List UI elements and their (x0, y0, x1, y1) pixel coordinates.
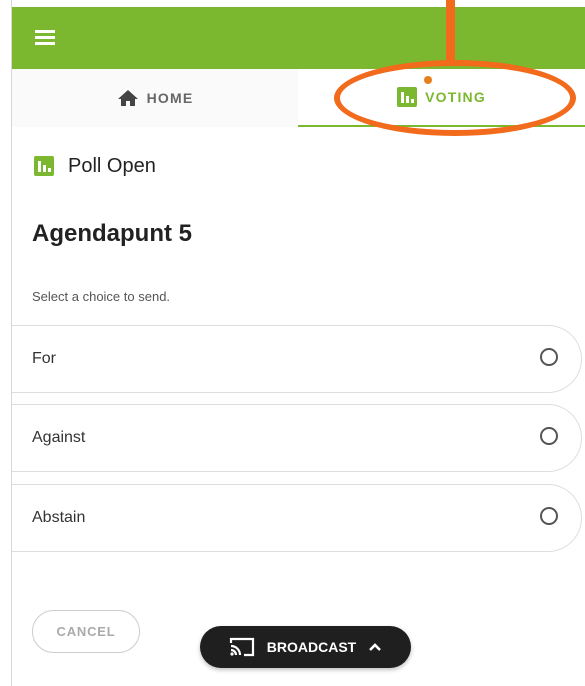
radio-button[interactable] (540, 507, 558, 525)
chevron-up-icon (368, 642, 382, 652)
choice-for[interactable]: For (12, 325, 582, 393)
broadcast-button[interactable]: BROADCAST (200, 626, 411, 668)
tab-bar: HOME VOTING (12, 69, 585, 127)
tab-home[interactable]: HOME (12, 69, 298, 127)
choice-label: For (32, 350, 56, 367)
poll-instruction: Select a choice to send. (32, 289, 171, 304)
broadcast-label: BROADCAST (266, 639, 357, 655)
hamburger-menu-icon[interactable] (35, 28, 57, 46)
choice-abstain[interactable]: Abstain (12, 484, 582, 552)
radio-button[interactable] (540, 348, 558, 366)
cancel-button[interactable]: CANCEL (32, 610, 140, 653)
tab-voting-label: VOTING (425, 89, 486, 105)
voting-screen: HOME VOTING Poll Open Agendapunt 5 Selec… (0, 0, 585, 686)
choice-against[interactable]: Against (12, 404, 582, 472)
tab-voting[interactable]: VOTING (298, 69, 585, 127)
poll-title: Agendapunt 5 (32, 220, 192, 247)
choice-label: Against (32, 429, 86, 446)
window-edge (0, 0, 12, 686)
poll-status-label: Poll Open (68, 154, 156, 177)
bar-chart-icon (397, 87, 418, 107)
tab-home-label: HOME (146, 90, 194, 106)
app-header (12, 7, 585, 69)
bar-chart-icon (34, 156, 54, 176)
radio-button[interactable] (540, 427, 558, 445)
notification-dot (424, 76, 432, 84)
choice-label: Abstain (32, 509, 86, 526)
cast-icon (229, 637, 255, 657)
poll-status: Poll Open (34, 154, 156, 178)
home-icon (117, 89, 139, 107)
